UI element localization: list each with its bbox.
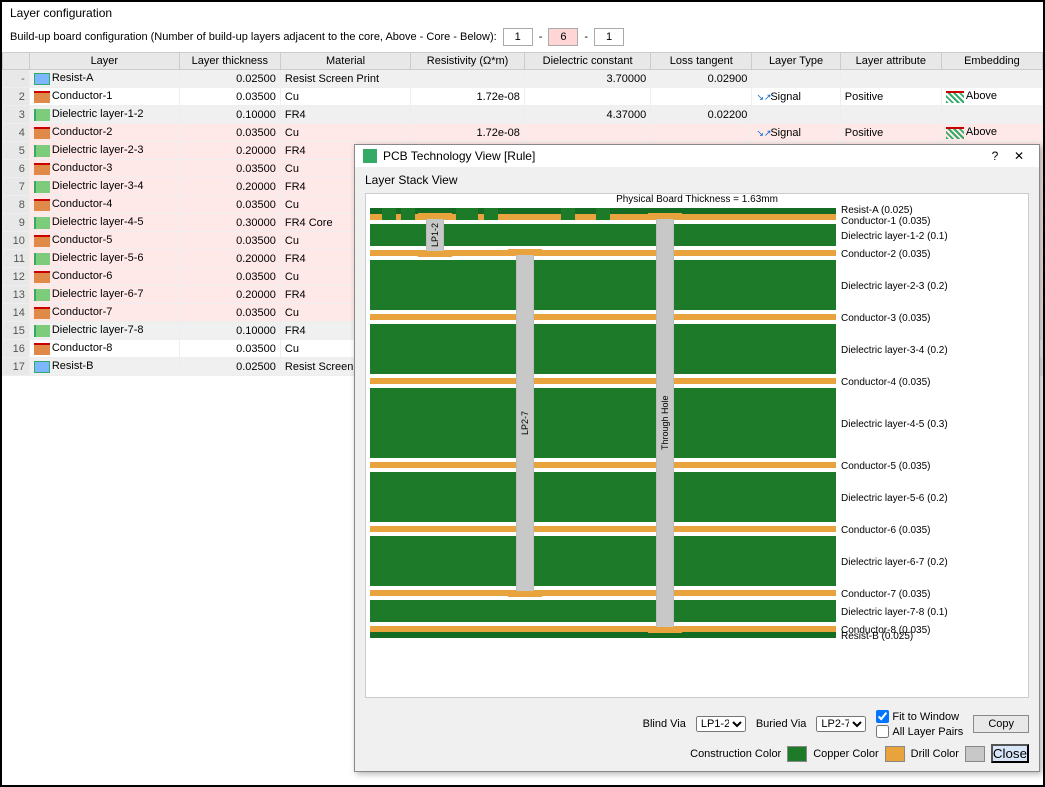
stack-layer-label: Dielectric layer-3-4 (0.2) [841,345,948,356]
table-row[interactable]: 4Conductor-20.03500Cu1.72e-08SignalPosit… [3,124,1043,142]
layer-type-icon [34,235,50,247]
stack-layer-label: Conductor-6 (0.035) [841,525,931,536]
embedding-icon [946,127,964,139]
pcb-technology-dialog: PCB Technology View [Rule] ? ✕ Layer Sta… [354,144,1040,772]
drill-color-swatch[interactable] [965,746,985,762]
stack-layer-label: Conductor-2 (0.035) [841,249,931,260]
core-input[interactable] [548,28,578,46]
layer-type-icon [34,253,50,265]
below-input[interactable] [594,28,624,46]
stack-layer-label: Dielectric layer-6-7 (0.2) [841,557,948,568]
layer-type-icon [34,289,50,301]
physical-thickness-label: Physical Board Thickness = 1.63mm [366,194,1028,205]
stack-layer-label: Conductor-7 (0.035) [841,589,931,600]
col-dielectric[interactable]: Dielectric constant [524,53,650,70]
dialog-controls: Blind Via LP1-2 Buried Via LP2-7 Fit to … [355,706,1039,742]
all-layer-pairs-check[interactable]: All Layer Pairs [876,725,963,738]
layer-type-icon [34,91,50,103]
layer-type-icon [34,181,50,193]
resist-layer [370,632,836,638]
through-hole-via: Through Hole [656,214,674,632]
stack-layer-label: Dielectric layer-4-5 (0.3) [841,419,948,430]
embedding-icon [946,91,964,103]
app-icon [363,149,377,163]
dielectric-layer [370,260,836,310]
dialog-titlebar[interactable]: PCB Technology View [Rule] ? ✕ [355,145,1039,167]
stack-layer-label: Dielectric layer-2-3 (0.2) [841,281,948,292]
layer-type-icon [34,145,50,157]
stack-layer-label: Conductor-5 (0.035) [841,461,931,472]
legend-row: Construction Color Copper Color Drill Co… [355,742,1039,771]
help-button[interactable]: ? [983,149,1007,163]
blind-via-select[interactable]: LP1-2 [696,716,746,732]
copper-layer [370,314,836,320]
copper-layer [370,378,836,384]
layer-type-icon [34,163,50,175]
blind-via-label: Blind Via [643,718,686,730]
dielectric-layer [370,388,836,458]
stack-layer-label: Resist-A (0.025) [841,205,913,216]
table-row[interactable]: -Resist-A0.02500Resist Screen Print3.700… [3,70,1043,88]
stack-view-label: Layer Stack View [355,167,1039,193]
signal-icon [756,91,770,103]
col-type[interactable]: Layer Type [752,53,840,70]
col-loss[interactable]: Loss tangent [651,53,752,70]
close-icon[interactable]: ✕ [1007,149,1031,163]
layer-type-icon [34,325,50,337]
buried-via-select[interactable]: LP2-7 [816,716,866,732]
layer-type-icon [34,217,50,229]
dielectric-layer [370,600,836,622]
table-header-row: Layer Layer thickness Material Resistivi… [3,53,1043,70]
close-button[interactable]: Close [991,744,1029,763]
table-row[interactable]: 2Conductor-10.03500Cu1.72e-08SignalPosit… [3,88,1043,106]
col-embedding[interactable]: Embedding [941,53,1042,70]
construction-color-swatch[interactable] [787,746,807,762]
layer-type-icon [34,73,50,85]
stack-layer-label: Dielectric layer-1-2 (0.1) [841,231,948,242]
col-resistivity[interactable]: Resistivity (Ω*m) [411,53,525,70]
panel-title: Layer configuration [2,2,1043,24]
above-input[interactable] [503,28,533,46]
table-row[interactable]: 3Dielectric layer-1-20.10000FR44.370000.… [3,106,1043,124]
dielectric-layer [370,472,836,522]
dielectric-layer [370,536,836,586]
drill-color-label: Drill Color [911,748,959,760]
layer-type-icon [34,199,50,211]
construction-color-label: Construction Color [690,748,781,760]
signal-icon [756,127,770,139]
stack-layer-label: Dielectric layer-5-6 (0.2) [841,493,948,504]
copper-color-swatch[interactable] [885,746,905,762]
stack-layer-label: Dielectric layer-7-8 (0.1) [841,607,948,618]
stack-canvas: Physical Board Thickness = 1.63mm Resist… [365,193,1029,698]
col-attribute[interactable]: Layer attribute [840,53,941,70]
layer-type-icon [34,307,50,319]
stack-layer-label: Conductor-4 (0.035) [841,377,931,388]
fit-to-window-check[interactable]: Fit to Window [876,710,963,723]
layer-type-icon [34,127,50,139]
stack-layer-label: Resist-B (0.025) [841,631,913,642]
copper-layer [370,526,836,532]
layer-type-icon [34,109,50,121]
layer-type-icon [34,343,50,355]
buried-via: LP2-7 [516,250,534,596]
copper-layer [370,462,836,468]
col-layer[interactable]: Layer [29,53,179,70]
stack-layer-label: Conductor-1 (0.035) [841,216,931,227]
buildup-config-row: Build-up board configuration (Number of … [2,24,1043,50]
layer-type-icon [34,271,50,283]
dielectric-layer [370,324,836,374]
buildup-label: Build-up board configuration (Number of … [10,31,497,43]
col-material[interactable]: Material [280,53,410,70]
copper-layer [370,590,836,596]
copper-color-label: Copper Color [813,748,878,760]
buried-via-label: Buried Via [756,718,807,730]
col-thickness[interactable]: Layer thickness [179,53,280,70]
layer-type-icon [34,361,50,373]
blind-via: LP1-2 [426,214,444,256]
dialog-title-text: PCB Technology View [Rule] [383,149,535,163]
stack-layer-label: Conductor-3 (0.035) [841,313,931,324]
copy-button[interactable]: Copy [973,715,1029,733]
